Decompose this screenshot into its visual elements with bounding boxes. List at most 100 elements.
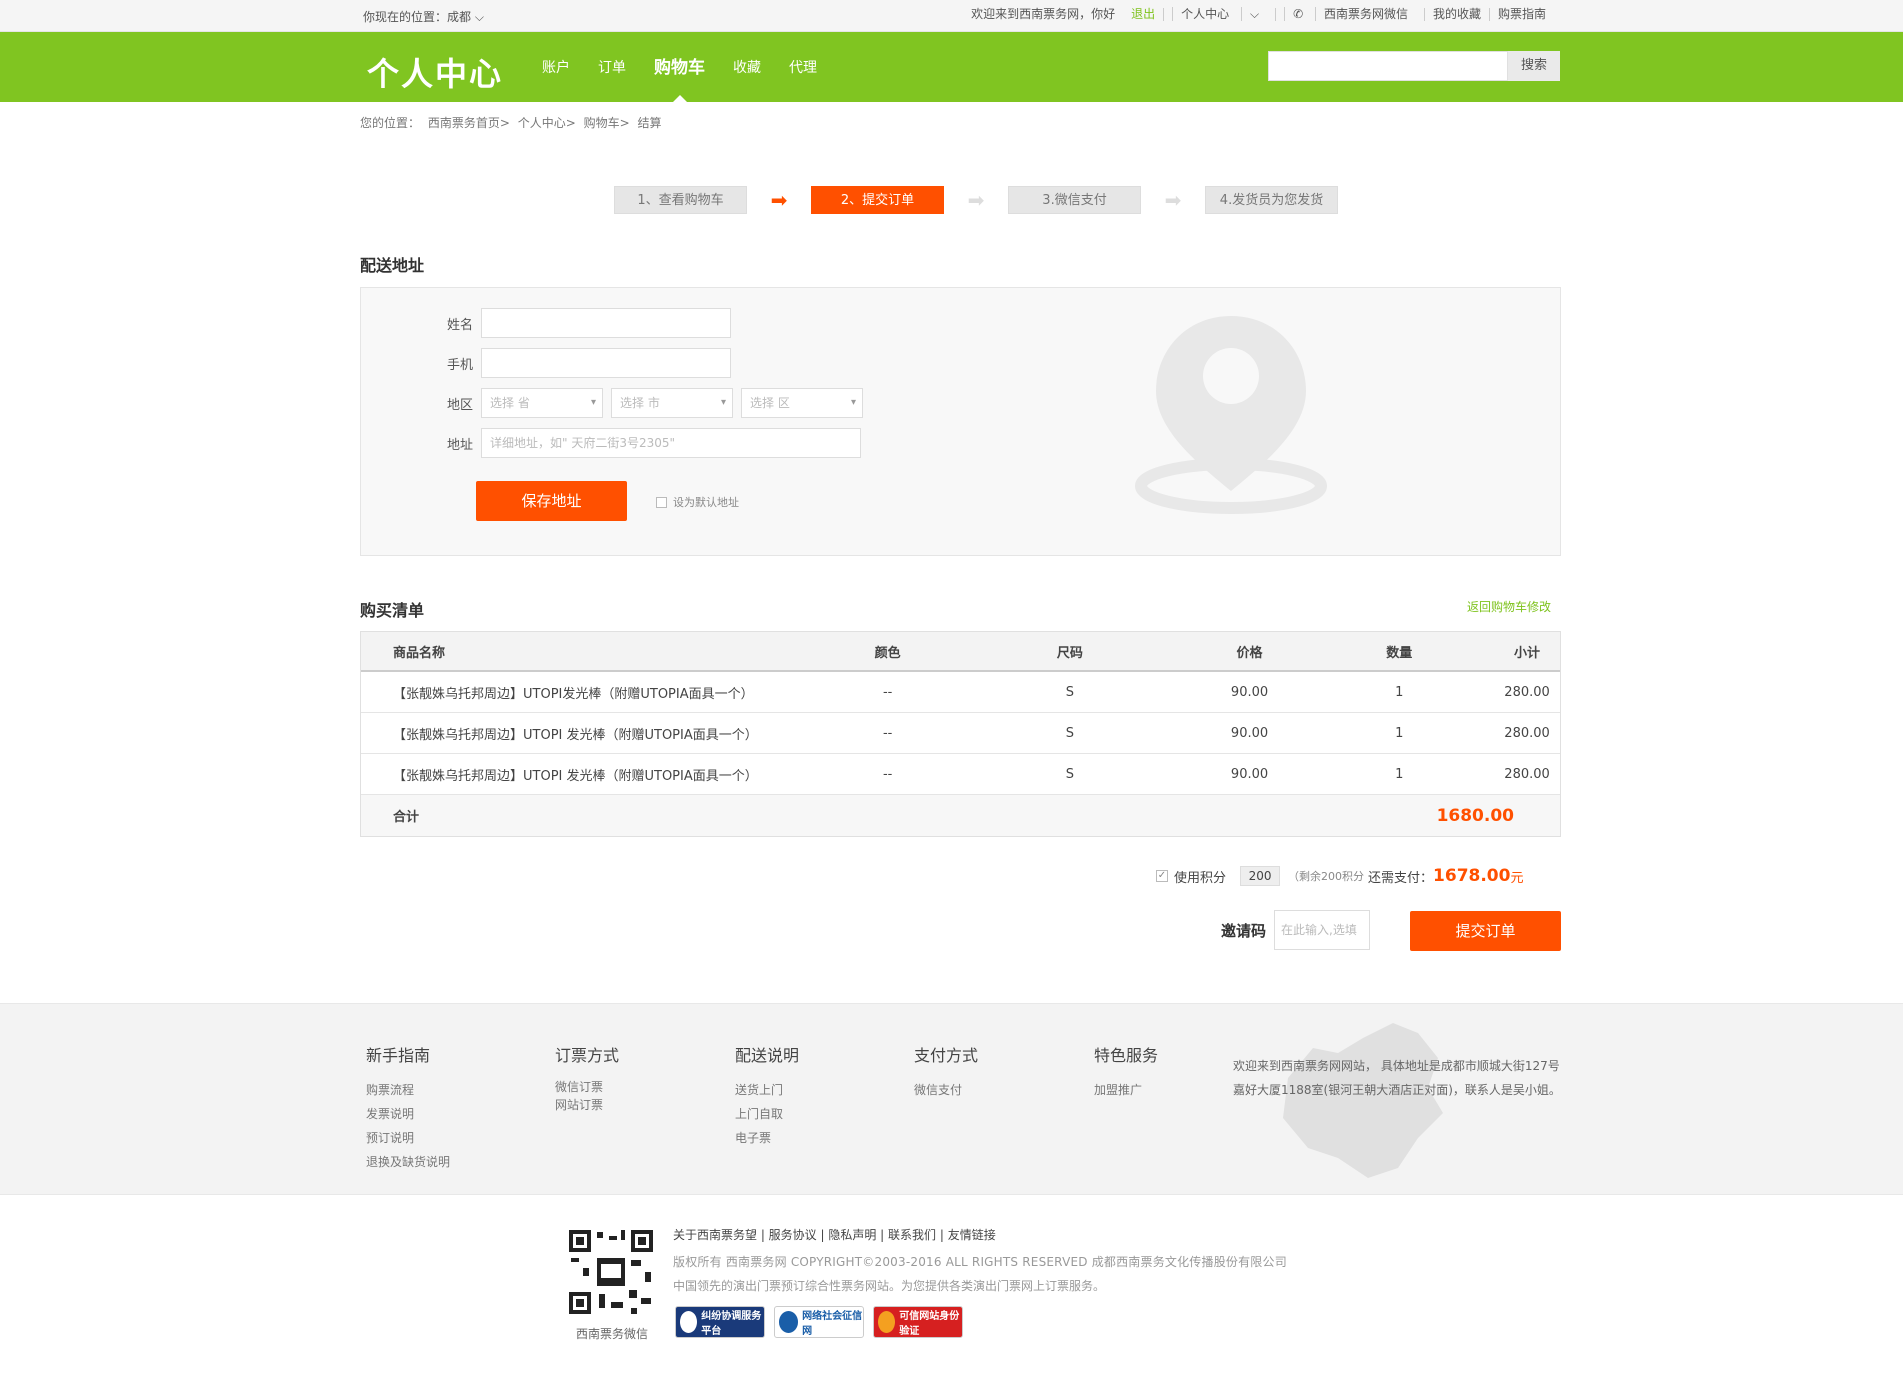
footer-col-title: 支付方式 <box>914 1046 979 1065</box>
trusted-site-badge[interactable]: 可信网站身份验证 <box>873 1306 963 1338</box>
personal-center-link[interactable]: 个人中心 ⌵ <box>1163 7 1275 21</box>
logo[interactable]: 个人中心 <box>367 49 503 95</box>
wechat-link[interactable]: ✆ 西南票务网微信 <box>1275 7 1424 21</box>
location-pin-icon <box>1135 316 1327 514</box>
col-qty: 数量 <box>1386 645 1413 661</box>
copyright: 版权所有 西南票务网 COPYRIGHT©2003-2016 ALL RIGHT… <box>673 1255 1287 1269</box>
city-select[interactable]: 选择 市 <box>611 388 733 418</box>
table-row: 【张靓姝乌托邦周边】UTOPI 发光棒（附赠UTOPIA面具一个） -- S 9… <box>361 713 1560 754</box>
table-row: 【张靓姝乌托邦周边】UTOPI 发光棒（附赠UTOPIA面具一个） -- S 9… <box>361 754 1560 795</box>
footer-link[interactable]: 退换及缺货说明 <box>366 1150 450 1174</box>
phone-input[interactable] <box>481 348 731 378</box>
footer-link[interactable]: 微信订票 <box>555 1078 619 1096</box>
logout-link[interactable]: 退出 <box>1123 8 1163 21</box>
cell-color: -- <box>882 766 893 782</box>
guide-link[interactable]: 购票指南 <box>1488 8 1554 21</box>
footer-link[interactable]: 电子票 <box>735 1126 799 1150</box>
personal-center-label: 个人中心 <box>1172 7 1238 21</box>
points-row: ✓ 使用积分 200 （剩余200积分 还需支付： 1678.00 元 <box>1156 866 1523 886</box>
qr-code-icon <box>567 1228 655 1316</box>
district-select[interactable]: 选择 区 <box>741 388 863 418</box>
cell-name: 【张靓姝乌托邦周边】UTOPI 发光棒（附赠UTOPIA面具一个） <box>393 727 758 743</box>
cell-name: 【张靓姝乌托邦周边】UTOPI发光棒（附赠UTOPIA面具一个） <box>393 686 754 702</box>
footer-link[interactable]: 上门自取 <box>735 1102 799 1126</box>
search-bar: 搜索 <box>1268 51 1560 81</box>
cell-size: S <box>1065 766 1074 782</box>
qr-label: 西南票务微信 <box>576 1327 649 1341</box>
table-row: 【张靓姝乌托邦周边】UTOPI发光棒（附赠UTOPIA面具一个） -- S 90… <box>361 672 1560 713</box>
cell-color: -- <box>882 725 893 741</box>
footer-link[interactable]: 购票流程 <box>366 1078 450 1102</box>
points-input[interactable]: 200 <box>1240 866 1281 886</box>
shield-icon <box>680 1311 698 1333</box>
default-address-checkbox[interactable]: 设为默认地址 <box>656 494 739 510</box>
cell-price: 90.00 <box>1230 766 1269 782</box>
china-map-icon <box>1283 1023 1443 1178</box>
cell-subtotal: 280.00 <box>1504 766 1550 782</box>
invite-input[interactable]: 在此输入,选填 <box>1274 910 1371 950</box>
footer: 新手指南 购票流程 发票说明 预订说明 退换及缺货说明 订票方式 微信订票 网站… <box>0 1003 1903 1195</box>
col-price: 价格 <box>1236 645 1263 661</box>
invite-code-row: 邀请码 在此输入,选填 <box>1221 910 1371 950</box>
nav-favorites[interactable]: 收藏 <box>719 32 775 102</box>
cell-size: S <box>1065 725 1074 741</box>
points-remaining: （剩余200积分 <box>1288 870 1365 883</box>
cell-subtotal: 280.00 <box>1504 684 1550 700</box>
cell-subtotal: 280.00 <box>1504 725 1550 741</box>
footer-col-payment: 支付方式 微信支付 <box>914 1042 978 1102</box>
search-button[interactable]: 搜索 <box>1508 51 1560 81</box>
cell-qty: 1 <box>1395 766 1404 782</box>
breadcrumb: 您的位置： 西南票务首页> 个人中心> 购物车> 结算 <box>360 114 666 131</box>
nav-agent[interactable]: 代理 <box>775 32 831 102</box>
name-label: 姓名 <box>446 317 473 333</box>
table-header: 商品名称 颜色 尺码 价格 数量 小计 <box>361 632 1560 672</box>
name-input[interactable] <box>481 308 731 338</box>
badge-label: 可信网站身份验证 <box>899 1311 960 1337</box>
footer-link[interactable]: 微信支付 <box>914 1078 978 1102</box>
footer-col-special: 特色服务 加盟推广 <box>1094 1042 1158 1102</box>
breadcrumb-home[interactable]: 西南票务首页> <box>428 116 510 130</box>
favorites-link[interactable]: 我的收藏 <box>1423 8 1489 21</box>
footer-link[interactable]: 发票说明 <box>366 1102 450 1126</box>
return-to-cart-link[interactable]: 返回购物车修改 <box>1467 598 1551 615</box>
header: 个人中心 账户 订单 购物车 收藏 代理 搜索 <box>0 32 1903 102</box>
slogan: 中国领先的演出门票预订综合性票务网站。为您提供各类演出门票网上订票服务。 <box>673 1279 1106 1293</box>
breadcrumb-personal[interactable]: 个人中心> <box>518 116 576 130</box>
main-nav: 账户 订单 购物车 收藏 代理 <box>528 32 831 102</box>
breadcrumb-label: 您的位置： <box>360 116 421 130</box>
badge-label: 纠纷协调服务平台 <box>701 1311 762 1337</box>
wechat-icon: ✆ <box>1284 7 1312 21</box>
dispute-badge[interactable]: 纠纷协调服务平台 <box>675 1306 765 1338</box>
welcome-text: 欢迎来到西南票务网，你好 <box>971 7 1116 21</box>
search-input[interactable] <box>1268 51 1508 81</box>
cell-name: 【张靓姝乌托邦周边】UTOPI 发光棒（附赠UTOPIA面具一个） <box>393 768 758 784</box>
nav-account[interactable]: 账户 <box>528 32 584 102</box>
col-size: 尺码 <box>1056 645 1083 661</box>
invite-label: 邀请码 <box>1221 921 1267 940</box>
nav-cart[interactable]: 购物车 <box>640 32 719 102</box>
address-form: 姓名 手机 地区 选择 省 选择 市 选择 区 地址 详细地址，如" 天府二街3… <box>360 287 1561 556</box>
nav-orders[interactable]: 订单 <box>584 32 640 102</box>
footer-col-title: 配送说明 <box>735 1046 800 1065</box>
address-input[interactable]: 详细地址，如" 天府二街3号2305" <box>481 428 861 458</box>
use-points-checkbox[interactable]: ✓ <box>1156 870 1168 882</box>
footer-col-title: 新手指南 <box>366 1046 431 1065</box>
save-address-button[interactable]: 保存地址 <box>476 481 627 521</box>
order-section-title: 购买清单 <box>360 601 425 620</box>
submit-order-button[interactable]: 提交订单 <box>1410 911 1561 951</box>
footer-links[interactable]: 关于西南票务望 | 服务协议 | 隐私声明 | 联系我们 | 友情链接 <box>673 1226 996 1243</box>
footer-link[interactable]: 送货上门 <box>735 1078 799 1102</box>
province-select[interactable]: 选择 省 <box>481 388 603 418</box>
breadcrumb-cart[interactable]: 购物车> <box>584 116 630 130</box>
step-view-cart: 1、查看购物车 <box>614 186 747 214</box>
credit-badge[interactable]: 网络社会征信网 <box>774 1306 864 1338</box>
checkbox-icon <box>656 496 667 508</box>
total-amount: 1680.00 <box>1436 805 1514 826</box>
top-bar: 你现在的位置：成都 ⌵ 欢迎来到西南票务网，你好 退出 个人中心 ⌵ ✆ 西南票… <box>0 0 1903 32</box>
footer-link[interactable]: 预订说明 <box>366 1126 450 1150</box>
location-selector[interactable]: 你现在的位置：成都 ⌵ <box>363 8 484 25</box>
footer-link[interactable]: 网站订票 <box>555 1096 619 1114</box>
region-label: 地区 <box>446 397 473 413</box>
footer-link[interactable]: 加盟推广 <box>1094 1078 1158 1102</box>
step-wechat-pay: 3.微信支付 <box>1008 186 1141 214</box>
